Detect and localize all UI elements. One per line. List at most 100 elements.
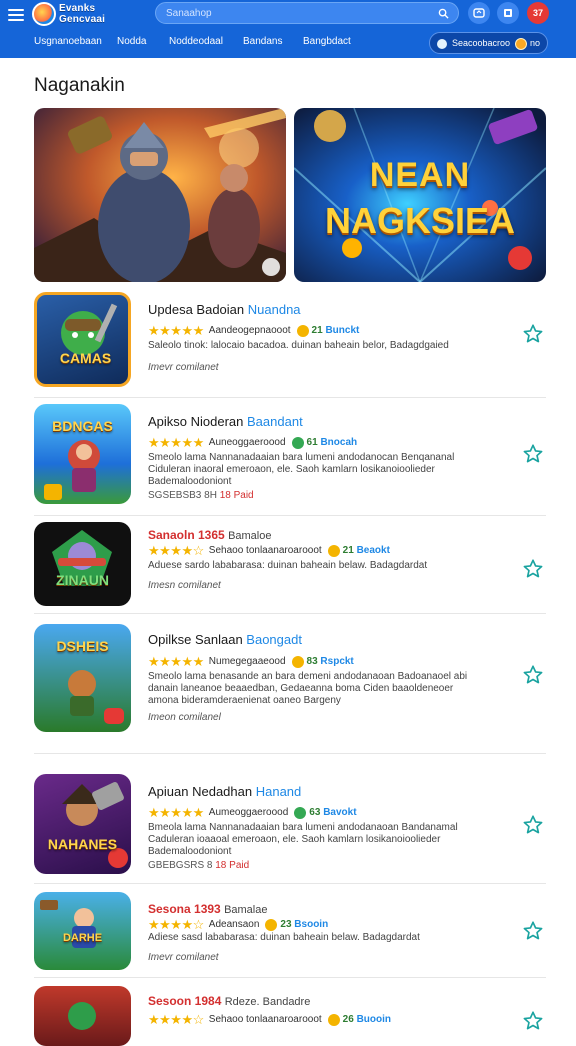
banner-title-line-2: NAGKSIEA	[324, 200, 516, 241]
library-button[interactable]	[497, 2, 519, 24]
app-logo[interactable]: Evanks Gencvaai	[32, 2, 140, 28]
count-value: 63	[309, 807, 321, 819]
app-rating: ★★★★☆ Sehaoo tonlaanaroarooot 26 Buooin	[148, 1011, 391, 1027]
app-developer: Auneoggaeroood	[208, 437, 286, 449]
app-developer: Sehaoo tonlaanaroarooot	[208, 545, 322, 557]
favorite-star-icon[interactable]	[522, 323, 544, 345]
list-item[interactable]: BDNGAS Apikso Nioderan Baandant ★★★★★ Aun…	[34, 402, 546, 516]
favorite-star-icon[interactable]	[522, 920, 544, 942]
rating-stars: ★★★★★	[148, 434, 204, 450]
badge-icon	[291, 436, 304, 449]
search-input[interactable]	[166, 6, 426, 21]
app-description: Bmeola lama Nannanadaaian bara lumeni an…	[148, 822, 458, 857]
notifications-count: 37	[532, 8, 543, 18]
logo-badge-icon	[32, 2, 56, 26]
logo-text: Evanks Gencvaai	[59, 3, 106, 25]
nav-link-1[interactable]: Usgnanoebaan	[34, 36, 102, 47]
favorite-star-icon[interactable]	[522, 443, 544, 465]
app-developer: Adeansaon	[208, 919, 260, 931]
app-title-text: Sesoon 1984	[148, 994, 222, 1008]
app-icon-label: BDNGAS	[52, 418, 113, 434]
list-item[interactable]: CAMAS Updesa Badoian Nuandna ★★★★★ Aandeo…	[34, 292, 546, 398]
nav-link-4[interactable]: Bandans	[243, 36, 282, 47]
app-meta: Imeon comilanel	[148, 712, 221, 723]
app-icon-label: DSHEIS	[56, 638, 109, 654]
list-item[interactable]: DSHEIS Opilkse Sanlaan Baongadt ★★★★★ Num…	[34, 618, 546, 754]
app-subtitle: Bamalae	[224, 904, 268, 916]
account-icon	[437, 39, 447, 49]
count-tag: Bavokt	[323, 807, 357, 819]
count-tag: Bunckt	[325, 325, 360, 337]
app-count: 21 Beaokt	[343, 545, 390, 556]
app-rating: ★★★★☆ Sehaoo tonlaanaroarooot 21 Beaokt	[148, 542, 390, 558]
main-content: Naganakin NEAN NAGKSIEA CAMAS Updesa Bad…	[0, 58, 576, 1046]
app-count: 61 Bnocah	[307, 437, 358, 448]
app-rating: ★★★★★ Aandeogepnaooot 21 Bunckt	[148, 322, 360, 338]
app-count: 63 Bavokt	[309, 807, 356, 818]
count-tag: Bsooin	[294, 919, 329, 931]
favorite-star-icon[interactable]	[522, 558, 544, 580]
app-developer: Aandeogepnaooot	[208, 325, 291, 337]
app-icon: ZINAUN	[34, 522, 131, 606]
app-title: Apikso Nioderan Baandant	[148, 414, 303, 429]
featured-banner-2[interactable]: NEAN NAGKSIEA	[294, 108, 546, 282]
count-value: 83	[306, 656, 318, 668]
app-icon	[34, 986, 131, 1046]
meta-text: SGSEBSB3 8H	[148, 490, 217, 501]
menu-icon[interactable]	[8, 7, 24, 23]
list-item[interactable]: ZINAUN Sanaoln 1365 Bamaloe ★★★★☆ Sehaoo …	[34, 520, 546, 614]
app-tag: Hanand	[255, 784, 302, 799]
search-icon[interactable]	[438, 8, 449, 19]
nav-link-5[interactable]: Bangbdact	[303, 36, 351, 47]
app-subtitle: Bamaloe	[228, 530, 272, 542]
app-title-text: Sanaoln 1365	[148, 528, 225, 542]
list-item[interactable]: NAHANES Apiuan Nedadhan Hanand ★★★★★ Aume…	[34, 768, 546, 884]
app-title-text: Sesona 1393	[148, 902, 221, 916]
account-pill[interactable]: Seacoobacroo no	[429, 32, 548, 54]
notifications-button[interactable]: 37	[527, 2, 549, 24]
app-icon-label: CAMAS	[59, 350, 112, 366]
app-title: Updesa Badoian Nuandna	[148, 302, 301, 317]
count-tag: Rspckt	[320, 656, 354, 668]
app-meta: Imevr comilanet	[148, 952, 219, 963]
nav-row: Usgnanoebaan Nodda Noddeodaal Bandans Ba…	[0, 30, 576, 56]
meta-price: 18 Paid	[215, 860, 250, 871]
nav-link-3[interactable]: Noddeodaal	[169, 36, 223, 47]
search-bar[interactable]	[155, 2, 459, 24]
count-value: 61	[306, 437, 318, 449]
favorite-star-icon[interactable]	[522, 1010, 544, 1032]
top-bar: Evanks Gencvaai 37 Usgnanoebaan Nodda No…	[0, 0, 576, 58]
expand-icon[interactable]	[262, 258, 280, 276]
app-description: Adiese sasd lababarasa: duinan baheain b…	[148, 932, 420, 943]
app-icon-label: DARHE	[62, 932, 103, 944]
app-description: Smeolo lama benasande an bara demeni and…	[148, 671, 468, 706]
rating-stars: ★★★★★	[148, 653, 204, 669]
app-icon-label: NAHANES	[47, 836, 118, 852]
app-tag: Nuandna	[247, 302, 301, 317]
app-title: Apiuan Nedadhan Hanand	[148, 784, 301, 799]
app-title-text: Apikso Nioderan	[148, 414, 244, 429]
app-meta: Imevr comilanet	[148, 362, 219, 373]
upload-button[interactable]	[468, 2, 490, 24]
app-icon: BDNGAS	[34, 404, 131, 504]
app-tag: Baongadt	[246, 632, 302, 647]
list-item[interactable]: Sesoon 1984 Rdeze. Bandadre ★★★★☆ Sehaoo …	[34, 982, 546, 1046]
app-meta: GBEBGSRS 8 18 Paid	[148, 860, 249, 871]
banner-title-line-1: NEAN	[369, 156, 471, 194]
app-rating: ★★★★★ Auneoggaeroood 61 Bnocah	[148, 434, 358, 450]
library-icon	[504, 9, 512, 17]
rating-stars: ★★★★★	[148, 804, 204, 820]
account-label: Seacoobacroo	[452, 38, 511, 48]
list-item[interactable]: DARHE Sesona 1393 Bamalae ★★★★☆ Adeansaon…	[34, 888, 546, 978]
app-title-text: Updesa Badoian	[148, 302, 245, 317]
account-value: no	[530, 38, 541, 48]
featured-banner-1[interactable]	[34, 108, 286, 282]
favorite-star-icon[interactable]	[522, 814, 544, 836]
nav-link-2[interactable]: Nodda	[117, 36, 146, 47]
favorite-star-icon[interactable]	[522, 664, 544, 686]
app-meta: SGSEBSB3 8H 18 Paid	[148, 490, 254, 501]
app-icon: CAMAS	[34, 292, 131, 387]
count-tag: Beaokt	[356, 545, 390, 557]
app-count: 83 Rspckt	[307, 656, 354, 667]
app-rating: ★★★★★ Aumeoggaeroood 63 Bavokt	[148, 804, 357, 820]
